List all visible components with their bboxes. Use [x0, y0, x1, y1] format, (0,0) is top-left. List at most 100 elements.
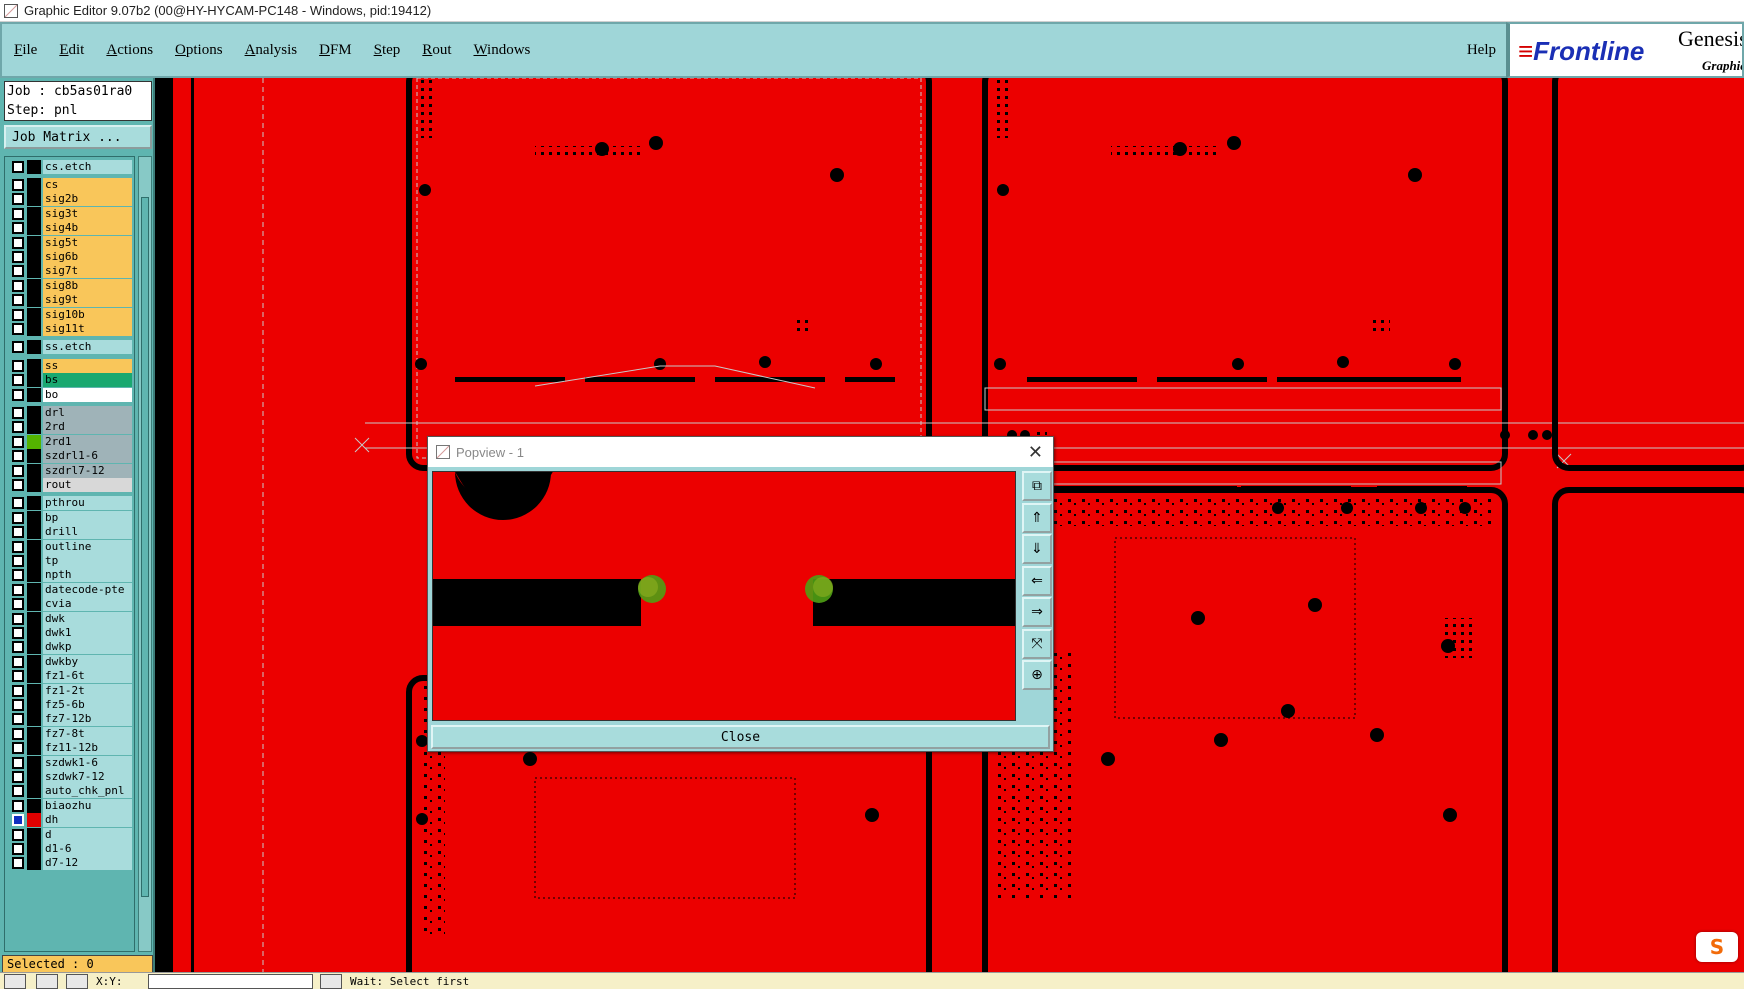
zoom-window-icon[interactable]: ⧉ [1022, 471, 1052, 501]
layer-row-fz1-6t[interactable]: fz1-6t [7, 669, 132, 684]
layer-checkbox[interactable] [12, 785, 24, 798]
layer-name[interactable]: ss.etch [43, 340, 132, 355]
layer-name[interactable]: cvia [43, 597, 132, 612]
layer-row-bo[interactable]: bo [7, 387, 132, 402]
layer-row-fz11-12b[interactable]: fz11-12b [7, 741, 132, 756]
layer-color-swatch[interactable] [27, 373, 41, 388]
layer-row-pthrou[interactable]: pthrou [7, 496, 132, 511]
layer-color-swatch[interactable] [27, 434, 41, 449]
layer-color-swatch[interactable] [27, 249, 41, 264]
layer-name[interactable]: pthrou [43, 496, 132, 511]
layer-checkbox[interactable] [12, 421, 24, 434]
layer-name[interactable]: d1-6 [43, 841, 132, 856]
layer-row-sig5t[interactable]: sig5t [7, 235, 132, 250]
menu-dfm[interactable]: DFM [319, 42, 352, 59]
layer-name[interactable]: dwk1 [43, 625, 132, 640]
layer-row-szdrl1-6[interactable]: szdrl1-6 [7, 449, 132, 464]
layer-name[interactable]: fz1-2t [43, 683, 132, 698]
layer-checkbox[interactable] [12, 612, 24, 625]
layer-color-swatch[interactable] [27, 784, 41, 799]
layer-checkbox[interactable] [12, 540, 24, 553]
layer-checkbox[interactable] [12, 828, 24, 841]
layer-checkbox[interactable] [12, 207, 24, 220]
layer-checkbox[interactable] [12, 265, 24, 278]
layer-name[interactable]: szdwk7-12 [43, 769, 132, 784]
layer-color-swatch[interactable] [27, 340, 41, 355]
layer-row-sig7t[interactable]: sig7t [7, 264, 132, 279]
layer-color-swatch[interactable] [27, 387, 41, 402]
layer-checkbox[interactable] [12, 641, 24, 654]
layer-row-d1-6[interactable]: d1-6 [7, 841, 132, 856]
layer-name[interactable]: d7-12 [43, 856, 132, 871]
layer-name[interactable]: tp [43, 553, 132, 568]
layer-color-swatch[interactable] [27, 625, 41, 640]
layer-list-scrollbar[interactable] [138, 156, 152, 952]
layer-checkbox[interactable] [12, 279, 24, 292]
layer-checkbox[interactable] [12, 388, 24, 401]
layer-name[interactable]: bo [43, 387, 132, 402]
layer-color-swatch[interactable] [27, 278, 41, 293]
layer-name[interactable]: dwk [43, 611, 132, 626]
layer-color-swatch[interactable] [27, 568, 41, 583]
layer-name[interactable]: fz5-6b [43, 697, 132, 712]
popview-canvas[interactable] [432, 471, 1016, 721]
layer-row-sig8b[interactable]: sig8b [7, 278, 132, 293]
layer-name[interactable]: fz7-8t [43, 726, 132, 741]
layer-name[interactable]: sig8b [43, 278, 132, 293]
layer-color-swatch[interactable] [27, 293, 41, 308]
layer-checkbox[interactable] [12, 554, 24, 567]
layer-row-fz7-8t[interactable]: fz7-8t [7, 726, 132, 741]
layer-row-dwk[interactable]: dwk [7, 611, 132, 626]
layer-row-rout[interactable]: rout [7, 477, 132, 492]
layer-color-swatch[interactable] [27, 841, 41, 856]
layer-checkbox[interactable] [12, 160, 24, 173]
layer-row-sig3t[interactable]: sig3t [7, 206, 132, 221]
layer-name[interactable]: sig4b [43, 221, 132, 236]
menu-analysis[interactable]: Analysis [245, 42, 298, 59]
layer-color-swatch[interactable] [27, 235, 41, 250]
layer-name[interactable]: 2rd [43, 420, 132, 435]
layer-checkbox[interactable] [12, 322, 24, 335]
layer-color-swatch[interactable] [27, 669, 41, 684]
layer-checkbox[interactable] [12, 526, 24, 539]
layer-name[interactable]: fz1-6t [43, 669, 132, 684]
layer-row-bs[interactable]: bs [7, 373, 132, 388]
layer-name[interactable]: d [43, 827, 132, 842]
layer-name[interactable]: outline [43, 539, 132, 554]
layer-row-ss[interactable]: ss [7, 358, 132, 373]
layer-name[interactable]: sig5t [43, 235, 132, 250]
layer-checkbox[interactable] [12, 655, 24, 668]
layer-checkbox[interactable] [12, 799, 24, 812]
layer-color-swatch[interactable] [27, 827, 41, 842]
layer-name[interactable]: drill [43, 525, 132, 540]
layer-row-drl[interactable]: drl [7, 405, 132, 420]
layer-color-swatch[interactable] [27, 307, 41, 322]
layer-color-swatch[interactable] [27, 264, 41, 279]
menu-rout[interactable]: Rout [422, 42, 451, 59]
coord-field[interactable] [148, 974, 313, 989]
menu-help[interactable]: Help [1467, 42, 1496, 59]
layer-color-swatch[interactable] [27, 726, 41, 741]
layer-checkbox[interactable] [12, 770, 24, 783]
layer-row-fz1-2t[interactable]: fz1-2t [7, 683, 132, 698]
layer-row-fz5-6b[interactable]: fz5-6b [7, 697, 132, 712]
layer-color-swatch[interactable] [27, 510, 41, 525]
layer-checkbox[interactable] [12, 193, 24, 206]
layer-name[interactable]: dwkp [43, 640, 132, 655]
layer-color-swatch[interactable] [27, 769, 41, 784]
menu-options[interactable]: Options [175, 42, 223, 59]
layer-color-swatch[interactable] [27, 449, 41, 464]
layer-name[interactable]: rout [43, 477, 132, 492]
layer-row-dwk1[interactable]: dwk1 [7, 625, 132, 640]
layer-name[interactable]: dwkby [43, 654, 132, 669]
layer-color-swatch[interactable] [27, 712, 41, 727]
scrollbar-thumb[interactable] [141, 197, 149, 897]
layer-name[interactable]: npth [43, 568, 132, 583]
layer-checkbox[interactable] [12, 598, 24, 611]
status-button-4[interactable] [320, 974, 342, 989]
layer-checkbox[interactable] [12, 294, 24, 307]
layer-row-drill[interactable]: drill [7, 525, 132, 540]
layer-row-szdrl7-12[interactable]: szdrl7-12 [7, 463, 132, 478]
layer-row-szdwk1-6[interactable]: szdwk1-6 [7, 755, 132, 770]
layer-checkbox[interactable] [12, 670, 24, 683]
